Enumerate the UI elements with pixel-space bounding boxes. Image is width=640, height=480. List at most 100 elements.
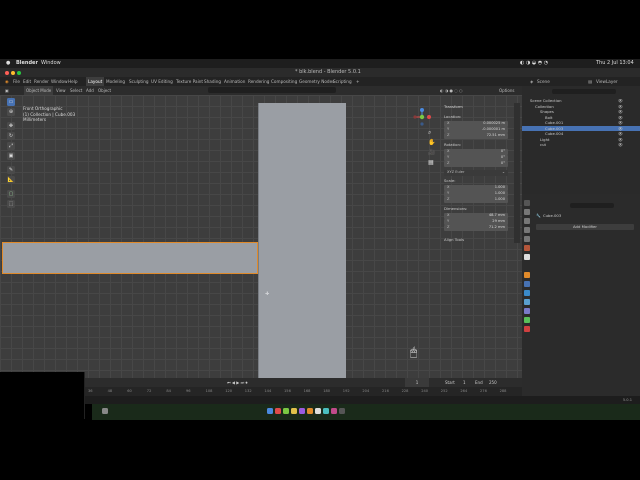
tab-scripting[interactable]: Scripting: [333, 77, 352, 86]
material-tab-icon[interactable]: [524, 326, 530, 332]
tab-texture-paint[interactable]: Texture Paint: [176, 77, 203, 86]
dock-app-icon-10[interactable]: [339, 408, 345, 414]
menu-add[interactable]: Add: [86, 86, 94, 95]
location-z-field[interactable]: Z 72.51 mm: [444, 133, 508, 139]
cursor-icon[interactable]: ⊕: [7, 108, 15, 116]
view-layer-tab-icon[interactable]: [524, 227, 530, 233]
rotation-mode-selector[interactable]: XYZ Euler ⌄: [444, 170, 508, 176]
measure-icon[interactable]: 📐: [7, 176, 15, 184]
menu-edit[interactable]: Edit: [23, 77, 31, 86]
dock-app-icon-8[interactable]: [323, 408, 329, 414]
align-tools-header[interactable]: Align Tools: [444, 237, 464, 242]
tab-sculpting[interactable]: Sculpting: [129, 77, 149, 86]
tab-layout[interactable]: Layout: [86, 77, 105, 86]
object-vertical-block[interactable]: [258, 103, 346, 378]
dock-app-icon-6[interactable]: [307, 408, 313, 414]
close-window-icon[interactable]: [5, 70, 9, 75]
rotation-y-field[interactable]: Y 0°: [444, 155, 508, 161]
navigation-gizmo-icon[interactable]: [413, 108, 431, 126]
pan-icon[interactable]: ✋: [428, 139, 435, 146]
view-layer-selector[interactable]: ViewLayer: [596, 77, 618, 86]
scale-icon[interactable]: ⤢: [7, 142, 15, 150]
physics-tab-icon[interactable]: [524, 299, 530, 305]
tab-animation[interactable]: Animation: [224, 77, 245, 86]
dimensions-x-field[interactable]: X 48.7 mm: [444, 213, 508, 219]
camera-icon[interactable]: 🎥: [428, 149, 435, 156]
scale-y-field[interactable]: Y 1.000: [444, 191, 508, 197]
tab-modeling[interactable]: Modeling: [106, 77, 125, 86]
rotation-z-field[interactable]: Z 0°: [444, 161, 508, 167]
dock-app-icon-4[interactable]: [291, 408, 297, 414]
dimensions-z-field[interactable]: Z 71.2 mm: [444, 225, 508, 231]
tab-uv-editing[interactable]: UV Editing: [151, 77, 173, 86]
tab-shading[interactable]: Shading: [204, 77, 221, 86]
tab-rendering[interactable]: Rendering: [248, 77, 269, 86]
modifier-tab-icon[interactable]: [524, 281, 530, 287]
playback-controls-icon[interactable]: ⏮ ◀ ▶ ⏭ ⏺: [227, 378, 247, 387]
annotate-icon[interactable]: ✎: [7, 166, 15, 174]
collection-tab-icon[interactable]: [524, 254, 530, 260]
start-frame-field[interactable]: 1: [463, 378, 466, 387]
dock-trash-icon[interactable]: [102, 408, 108, 414]
menu-render[interactable]: Render: [34, 77, 49, 86]
properties-search-field[interactable]: [570, 203, 614, 208]
move-icon[interactable]: ✥: [7, 122, 15, 130]
tab-compositing[interactable]: Compositing: [271, 77, 297, 86]
blender-logo-icon[interactable]: ◉: [5, 77, 9, 86]
world-tab-icon[interactable]: [524, 245, 530, 251]
visibility-eye-icon[interactable]: 👁: [618, 142, 623, 148]
menu-object[interactable]: Object: [98, 86, 111, 95]
outliner-search-field[interactable]: [552, 89, 616, 94]
scale-z-field[interactable]: Z 1.000: [444, 197, 508, 203]
menubar-app-name[interactable]: Blender: [16, 59, 38, 68]
location-x-field[interactable]: X 0.000025 m: [444, 121, 508, 127]
tab-geometry-nodes[interactable]: Geometry Nodes: [299, 77, 334, 86]
scale-x-field[interactable]: X 1.000: [444, 185, 508, 191]
add-modifier-button[interactable]: Add Modifier: [536, 224, 634, 230]
editor-type-icon[interactable]: ▣: [5, 86, 9, 95]
menubar-window[interactable]: Window: [41, 59, 61, 68]
dock-app-icon-7[interactable]: [315, 408, 321, 414]
object-cube-003-selected[interactable]: [2, 242, 258, 274]
menu-help[interactable]: Help: [68, 77, 78, 86]
npanel-tabs[interactable]: [514, 103, 520, 243]
menu-window[interactable]: Window: [51, 77, 68, 86]
menu-select[interactable]: Select: [70, 86, 82, 95]
viewport-search-field[interactable]: [208, 87, 336, 93]
outliner-row[interactable]: cut 👁: [522, 142, 640, 148]
constraints-tab-icon[interactable]: [524, 308, 530, 314]
rotate-icon[interactable]: ↻: [7, 132, 15, 140]
minimize-window-icon[interactable]: [11, 70, 15, 75]
menu-view[interactable]: View: [56, 86, 66, 95]
tool-tab-icon[interactable]: [524, 200, 530, 206]
options-menu[interactable]: Options: [499, 86, 514, 95]
zoom-icon[interactable]: ⌕: [428, 129, 431, 137]
transform-header[interactable]: Transform: [444, 104, 463, 109]
apple-icon[interactable]: ●: [6, 59, 10, 68]
location-y-field[interactable]: Y -0.000001 m: [444, 127, 508, 133]
properties-tabs[interactable]: [524, 200, 532, 350]
select-box-icon[interactable]: ▭: [7, 98, 15, 106]
render-tab-icon[interactable]: [524, 209, 530, 215]
object-tab-icon[interactable]: [524, 272, 530, 278]
current-frame-field[interactable]: 1: [405, 378, 429, 387]
add-workspace-button[interactable]: +: [356, 77, 360, 86]
dock-app-icon-3[interactable]: [283, 408, 289, 414]
dock-app-icon-5[interactable]: [299, 408, 305, 414]
shading-icons[interactable]: ◐ ◑ ● ◌ ○: [440, 86, 463, 95]
mode-selector[interactable]: Object Mode: [24, 86, 54, 95]
add-shape-icon[interactable]: ⬚: [7, 200, 15, 208]
dimensions-y-field[interactable]: Y 29 mm: [444, 219, 508, 225]
dock-app-icon-1[interactable]: [267, 408, 273, 414]
object-name-field[interactable]: Cube.003: [543, 213, 561, 218]
dock-app-icon-2[interactable]: [275, 408, 281, 414]
scene-icon[interactable]: ◈: [530, 77, 533, 86]
particles-tab-icon[interactable]: [524, 290, 530, 296]
dock-app-icon-9[interactable]: [331, 408, 337, 414]
transform-icon[interactable]: ▣: [7, 152, 15, 160]
zoom-window-icon[interactable]: [17, 70, 21, 75]
output-tab-icon[interactable]: [524, 218, 530, 224]
data-tab-icon[interactable]: [524, 317, 530, 323]
ortho-toggle-icon[interactable]: ▦: [428, 159, 434, 166]
timeline-ruler[interactable]: 36 48 60 72 84 96 108 120 132 144 156 168 180 192 204 2…: [85, 387, 522, 396]
